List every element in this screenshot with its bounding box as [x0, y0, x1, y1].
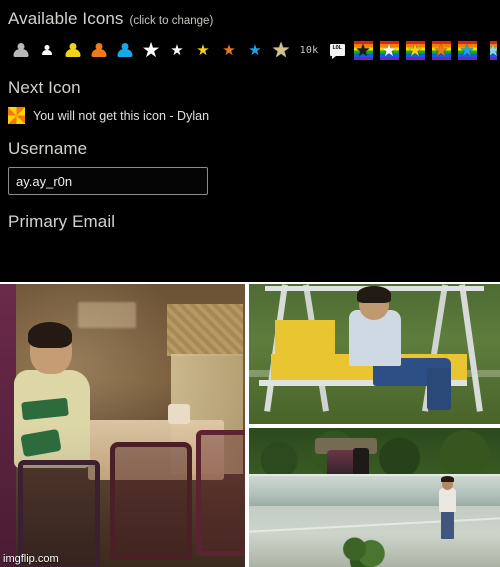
- available-icons-sub-label: (click to change): [129, 15, 214, 27]
- chair-right: [196, 430, 245, 556]
- star-icon: ★: [271, 38, 291, 62]
- username-field-block: Username ay.ay_r0n: [8, 138, 500, 195]
- person-icon: [65, 43, 81, 58]
- pinwheel-icon: [8, 107, 25, 124]
- star-icon: ★: [196, 41, 210, 59]
- rainbow-star-icon: ★: [457, 40, 477, 60]
- seated-man-hair: [28, 322, 72, 348]
- username-input[interactable]: ay.ay_r0n: [8, 167, 208, 195]
- star-glyph: ★: [433, 40, 449, 60]
- lol-bubble-icon: LOL: [329, 44, 345, 59]
- rainbow-star-icon: ★: [431, 40, 451, 60]
- star-glyph: ★: [381, 40, 397, 60]
- rainbow-star-icon: ★: [379, 40, 399, 60]
- icon-option-9[interactable]: ★: [242, 37, 268, 63]
- rainbow-star-icon: ★: [353, 40, 373, 60]
- icon-option-13[interactable]: ★: [350, 37, 376, 63]
- person-icon: [13, 43, 29, 58]
- chair-front: [110, 442, 192, 560]
- star-icon: ★: [170, 41, 184, 59]
- icon-option-4[interactable]: [112, 37, 138, 63]
- person-icon: [91, 43, 107, 58]
- standing-man-shirt: [439, 488, 456, 512]
- icon-count-badge: 10k: [299, 44, 319, 56]
- icon-option-10[interactable]: ★: [268, 37, 294, 63]
- icon-option-1[interactable]: [34, 37, 60, 63]
- rainbow-star-icon: ★: [405, 40, 425, 60]
- icon-settings-panel: Available Icons (click to change) ★ ★ ★ ★ ★ ★…: [0, 0, 500, 272]
- rainbow-star-icon: ★: [489, 40, 497, 60]
- swinging-man-hair: [357, 286, 391, 303]
- icon-option-16[interactable]: ★: [428, 37, 454, 63]
- standing-man-hair: [441, 476, 454, 482]
- icon-option-3[interactable]: [86, 37, 112, 63]
- star-glyph: ★: [490, 42, 497, 59]
- star-glyph: ★: [407, 40, 423, 60]
- icon-option-17[interactable]: ★: [454, 37, 480, 63]
- icon-option-14[interactable]: ★: [376, 37, 402, 63]
- icon-option-12[interactable]: LOL: [324, 37, 350, 63]
- imgflip-watermark: imgflip.com: [3, 553, 59, 565]
- icon-option-0[interactable]: [8, 37, 34, 63]
- meme-panel-pool: [249, 428, 500, 567]
- primary-email-block: Primary Email: [8, 211, 500, 233]
- next-icon-row: You will not get this icon - Dylan: [8, 107, 500, 124]
- lol-bubble-text: LOL: [332, 45, 342, 52]
- icon-option-18[interactable]: ★: [480, 37, 500, 63]
- cabinet: [167, 304, 243, 356]
- meme-panel-table: imgflip.com: [0, 284, 245, 567]
- icon-option-5[interactable]: ★: [138, 37, 164, 63]
- person-icon: [117, 43, 133, 58]
- next-icon-heading: Next Icon: [8, 78, 81, 97]
- icon-option-7[interactable]: ★: [190, 37, 216, 63]
- available-icons-list: ★ ★ ★ ★ ★ ★ 10k LOL ★ ★ ★ ★ ★ ★: [8, 37, 500, 63]
- wall-picture: [78, 302, 136, 328]
- available-icons-header: Available Icons (click to change): [8, 8, 500, 30]
- icon-option-2[interactable]: [60, 37, 86, 63]
- icon-option-11[interactable]: 10k: [294, 37, 324, 63]
- star-icon: ★: [222, 41, 236, 59]
- swing-leg-right: [459, 284, 483, 412]
- icon-option-8[interactable]: ★: [216, 37, 242, 63]
- meme-right-column: [249, 284, 500, 567]
- available-icons-heading: Available Icons: [8, 9, 124, 28]
- star-glyph: ★: [355, 40, 371, 60]
- cup: [168, 404, 190, 424]
- icon-option-6[interactable]: ★: [164, 37, 190, 63]
- username-heading: Username: [8, 139, 88, 158]
- star-icon: ★: [141, 38, 161, 62]
- icon-option-15[interactable]: ★: [402, 37, 428, 63]
- chair-left: [18, 460, 100, 567]
- primary-email-heading: Primary Email: [8, 212, 116, 231]
- standing-man-legs: [441, 511, 454, 539]
- next-icon-label: You will not get this icon - Dylan: [33, 108, 210, 123]
- foreground-bush: [339, 537, 391, 567]
- star-glyph: ★: [459, 40, 475, 60]
- person-icon: [42, 45, 53, 56]
- meme-collage: imgflip.com: [0, 282, 500, 567]
- meme-panel-swing: [249, 284, 500, 424]
- pool-wall: [249, 474, 500, 508]
- swinging-man-lower-leg: [427, 368, 451, 410]
- star-icon: ★: [248, 41, 262, 59]
